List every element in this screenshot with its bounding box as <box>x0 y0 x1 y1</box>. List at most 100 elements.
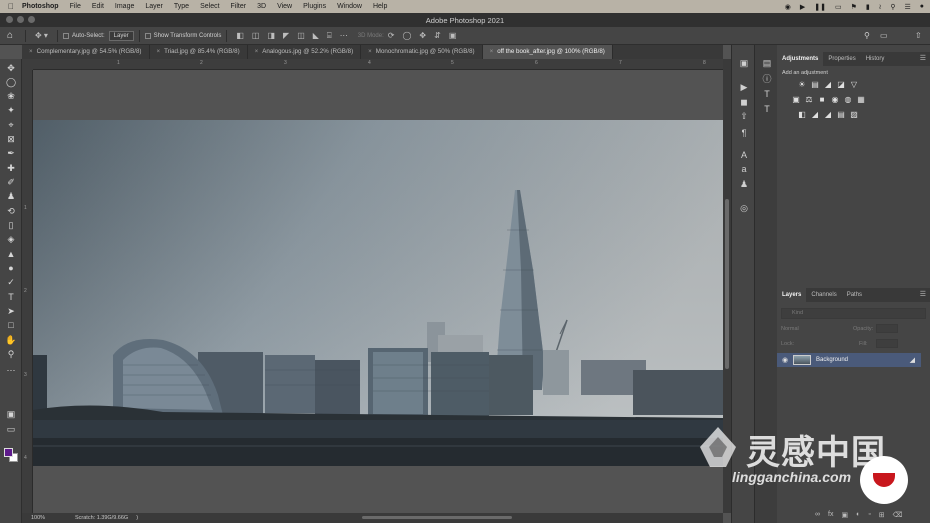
menu-type[interactable]: Type <box>174 3 189 10</box>
flag-icon[interactable]: ⚑ <box>851 3 857 11</box>
opacity-field[interactable] <box>876 324 898 333</box>
tab-properties[interactable]: Properties <box>823 52 860 66</box>
zoom-level[interactable]: 100% <box>31 515 73 521</box>
siri-icon[interactable]: ● <box>920 3 924 10</box>
battery-icon[interactable]: ▮ <box>866 3 870 11</box>
move-tool-icon[interactable]: ✥ <box>4 62 18 74</box>
menu-help[interactable]: Help <box>373 3 387 10</box>
quick-mask-icon[interactable]: ▣ <box>4 408 18 420</box>
edit-toolbar-icon[interactable]: ⋯ <box>4 364 18 376</box>
layer-filter-kind[interactable]: Kind <box>781 308 926 319</box>
align-center-icon[interactable]: ◫ <box>252 31 260 40</box>
menu-3d[interactable]: 3D <box>257 3 266 10</box>
channel-mixer-icon[interactable]: ◍ <box>843 95 853 104</box>
history-brush-tool-icon[interactable]: ⟲ <box>4 205 18 217</box>
clone-stamp-tool-icon[interactable]: ♟ <box>4 190 18 202</box>
hand-tool-icon[interactable]: ✋ <box>4 334 18 346</box>
3d-pan-icon[interactable]: ✥ <box>419 31 426 40</box>
close-tab-icon[interactable]: × <box>157 48 161 55</box>
minimize-window-button[interactable] <box>17 16 24 23</box>
tab-off-the-book-after[interactable]: × off the book_after.jpg @ 100% (RGB/8) <box>482 45 613 59</box>
home-icon[interactable]: ⌂ <box>0 30 20 41</box>
paint-bucket-tool-icon[interactable]: ◈ <box>4 233 18 245</box>
display-icon[interactable]: ▭ <box>835 3 842 11</box>
move-tool-icon[interactable]: ✥ ▾ <box>35 31 48 40</box>
threshold-icon[interactable]: ◢ <box>823 110 833 119</box>
play-icon[interactable]: ▶ <box>800 3 805 11</box>
exposure-icon[interactable]: ◪ <box>836 80 846 89</box>
invert-icon[interactable]: ◧ <box>797 110 807 119</box>
apple-icon[interactable]:  <box>0 2 22 11</box>
shapes-icon[interactable]: ◼ <box>737 96 751 108</box>
align-bottom-icon[interactable]: ◣ <box>313 31 319 40</box>
type-tk-icon[interactable]: T <box>760 88 774 100</box>
libraries-icon[interactable]: ▣ <box>737 57 751 69</box>
pen-tool-icon[interactable]: ✓ <box>4 276 18 288</box>
align-right-icon[interactable]: ◨ <box>267 31 275 40</box>
close-tab-icon[interactable]: × <box>490 48 494 55</box>
add-mask-icon[interactable]: ▣ <box>841 511 848 519</box>
menu-image[interactable]: Image <box>115 3 134 10</box>
foreground-color-swatch[interactable] <box>4 448 13 457</box>
eyedropper-tool-icon[interactable]: ✒ <box>4 147 18 159</box>
photo-filter-icon[interactable]: ◉ <box>830 95 840 104</box>
info-icon[interactable]: ⓘ <box>760 73 774 85</box>
tab-triad[interactable]: × Triad.jpg @ 85.4% (RGB/8) <box>150 45 248 59</box>
crop-tool-icon[interactable]: ⌖ <box>4 119 18 131</box>
glyphs-icon[interactable]: a <box>737 163 751 175</box>
actions-play-icon[interactable]: ▶ <box>737 81 751 93</box>
curves-icon[interactable]: ◢ <box>823 80 833 89</box>
distribute-icon[interactable]: ⌸ <box>327 31 332 41</box>
search-icon[interactable]: ⚲ <box>890 3 895 11</box>
selective-color-icon[interactable]: ▨ <box>849 110 859 119</box>
close-window-button[interactable] <box>6 16 13 23</box>
menu-select[interactable]: Select <box>200 3 219 10</box>
zoom-tool-icon[interactable]: ⚲ <box>4 348 18 360</box>
3d-scale-icon[interactable]: ▣ <box>449 31 457 40</box>
menu-file[interactable]: File <box>70 3 81 10</box>
3d-roll-icon[interactable]: ◯ <box>402 31 411 40</box>
share-icon[interactable]: ⇧ <box>915 31 922 40</box>
lock-icon[interactable]: ◢ <box>910 356 915 364</box>
healing-brush-tool-icon[interactable]: ✚ <box>4 162 18 174</box>
status-menu-arrow[interactable]: ) <box>136 515 138 521</box>
menu-edit[interactable]: Edit <box>92 3 104 10</box>
tab-monochromatic[interactable]: × Monochromatic.jpg @ 50% (RGB/8) <box>361 45 483 59</box>
path-selection-tool-icon[interactable]: ➤ <box>4 305 18 317</box>
blur-tool-icon[interactable]: ▲ <box>4 248 18 260</box>
new-adjustment-icon[interactable]: ◐ <box>856 511 860 519</box>
layer-row-background[interactable]: ◉ Background ◢ <box>777 353 921 367</box>
levels-icon[interactable]: ▤ <box>810 80 820 89</box>
character-icon[interactable]: A <box>737 149 751 161</box>
more-options-icon[interactable]: ⋯ <box>340 31 348 40</box>
type-tk-alt-icon[interactable]: T <box>760 103 774 115</box>
tab-history[interactable]: History <box>861 52 890 66</box>
posterize-icon[interactable]: ◢ <box>810 110 820 119</box>
lasso-tool-icon[interactable]: ❀ <box>4 90 18 102</box>
menu-plugins[interactable]: Plugins <box>303 3 326 10</box>
histogram-icon[interactable]: ▤ <box>760 57 774 69</box>
wifi-icon[interactable]: ≀ <box>879 3 882 11</box>
record-icon[interactable]: ◉ <box>785 3 791 11</box>
auto-select-checkbox[interactable] <box>62 32 69 39</box>
magic-wand-tool-icon[interactable]: ✦ <box>4 104 18 116</box>
paragraph-icon[interactable]: ¶ <box>737 127 751 139</box>
scratch-info[interactable]: Scratch: 1.39G/9.66G <box>75 515 128 521</box>
tab-channels[interactable]: Channels <box>806 288 841 302</box>
workspace-icon[interactable]: ▭ <box>880 31 888 40</box>
tab-analogous[interactable]: × Analogous.jpg @ 52.2% (RGB/8) <box>248 45 362 59</box>
tab-adjustments[interactable]: Adjustments <box>777 52 824 66</box>
export-icon[interactable]: ⇧ <box>737 110 751 122</box>
hue-saturation-icon[interactable]: ▣ <box>791 95 801 104</box>
gradient-map-icon[interactable]: ▤ <box>836 110 846 119</box>
clone-source-icon[interactable]: ♟ <box>737 178 751 190</box>
show-transform-checkbox[interactable] <box>144 32 151 39</box>
menu-layer[interactable]: Layer <box>145 3 163 10</box>
tab-layers[interactable]: Layers <box>777 288 807 302</box>
horizontal-scrollbar[interactable] <box>362 516 512 519</box>
dodge-tool-icon[interactable]: ● <box>4 262 18 274</box>
screen-mode-icon[interactable]: ▭ <box>4 423 18 435</box>
menu-view[interactable]: View <box>277 3 292 10</box>
align-top-icon[interactable]: ◤ <box>283 31 289 40</box>
zoom-window-button[interactable] <box>28 16 35 23</box>
